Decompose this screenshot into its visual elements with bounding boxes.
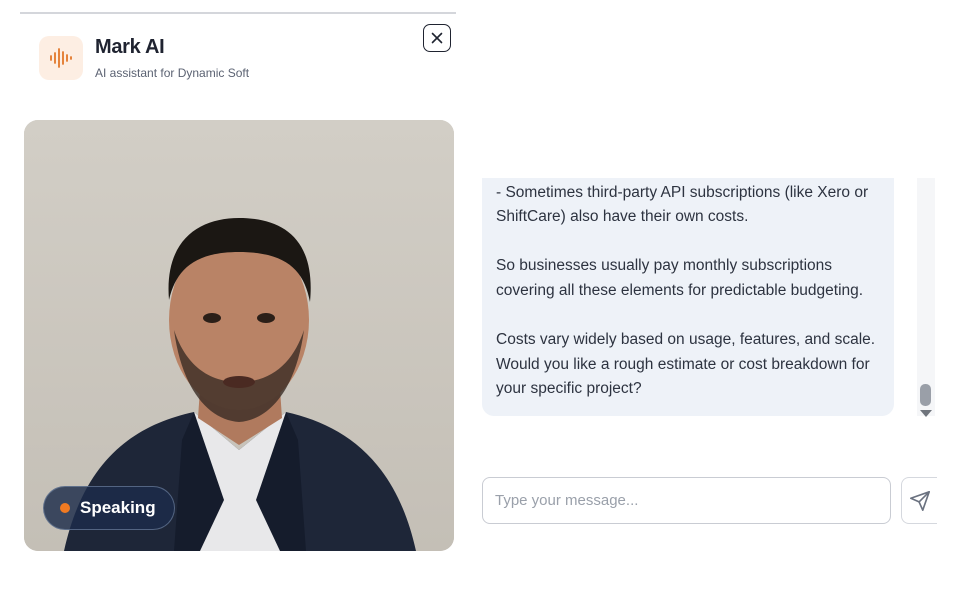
speaking-status-badge: Speaking [43, 486, 175, 530]
scrollbar-track[interactable] [917, 178, 935, 416]
speaking-label: Speaking [80, 498, 156, 517]
send-icon [909, 490, 930, 511]
assistant-header: Mark AI AI assistant for Dynamic Soft [20, 12, 456, 96]
assistant-message-bubble: - Sometimes third-party API subscription… [482, 178, 894, 416]
close-button[interactable] [423, 24, 451, 52]
assistant-subtitle: AI assistant for Dynamic Soft [95, 66, 250, 80]
message-paragraph: So businesses usually pay monthly subscr… [496, 257, 864, 300]
chat-messages[interactable]: - Sometimes third-party API subscription… [482, 178, 894, 416]
send-button[interactable] [901, 477, 937, 524]
message-paragraph: - Sometimes third-party API subscription… [496, 183, 869, 226]
speaking-dot-icon [60, 503, 70, 513]
scrollbar-thumb[interactable] [920, 384, 931, 406]
assistant-name: Mark AI [95, 36, 165, 58]
avatar-video: Speaking [24, 120, 454, 551]
message-input[interactable] [482, 477, 891, 524]
message-paragraph: Costs vary widely based on usage, featur… [496, 331, 876, 398]
scroll-down-arrow-icon[interactable] [920, 410, 932, 417]
sound-wave-icon [39, 36, 83, 80]
chat-widget: Mark AI AI assistant for Dynamic Soft Sp… [0, 0, 960, 600]
close-icon [431, 32, 443, 44]
